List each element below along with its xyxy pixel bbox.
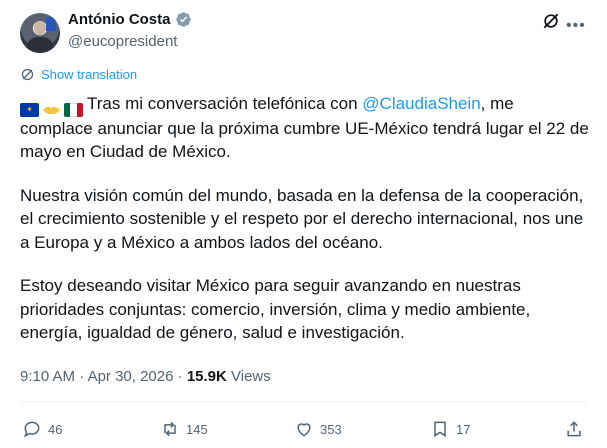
show-translation-link[interactable]: Show translation [20,67,137,82]
author-handle[interactable]: @eucopresident [68,33,177,50]
verified-badge-icon [175,12,191,27]
tweet-paragraph-1: ✶ Tras mi conversación telefónica con @C… [20,92,590,164]
like-count: 353 [320,421,342,437]
eu-flag-icon: ✶ [20,102,39,117]
show-translation-label: Show translation [41,67,138,82]
share-button[interactable] [564,419,584,439]
views-label: Views [231,368,271,385]
mention-link[interactable]: @ClaudiaShein [362,94,480,113]
emoji-group: ✶ [20,102,83,117]
meta-separator: · [177,368,183,385]
views-count: 15.9K [186,368,227,385]
bookmark-icon [434,421,446,438]
reply-count: 46 [48,421,63,437]
share-icon [567,421,581,437]
repost-button[interactable]: 145 [160,419,208,439]
reply-icon [23,421,40,438]
handshake-icon [42,103,61,117]
repost-icon [164,421,176,437]
avatar[interactable] [20,13,60,53]
tweet-time[interactable]: 9:10 AM [20,368,75,385]
flag-backdrop [46,17,56,31]
divider [20,401,587,402]
like-button[interactable]: 353 [294,419,342,439]
tweet-text: ✶ Tras mi conversación telefónica con @C… [20,92,590,365]
tweet-paragraph-3: Estoy deseando visitar México para segui… [20,276,531,343]
meta-separator: · [79,368,85,385]
more-options-icon[interactable]: ••• [566,17,586,35]
tweet-date[interactable]: Apr 30, 2026 [88,368,174,385]
avatar-suit [26,37,54,53]
mexico-flag-icon [64,102,83,117]
globe-icon [21,68,34,81]
author-name-row: António Costa [68,11,192,28]
tweet-meta: 9:10 AM · Apr 30, 2026 · 15.9K Views [20,368,271,385]
reply-button[interactable]: 46 [22,419,62,439]
heart-icon [297,423,311,437]
repost-count: 145 [186,421,208,437]
author-name[interactable]: António Costa [68,11,171,28]
tweet-card: António Costa @eucopresident ••• Show tr… [0,0,607,448]
tweet-paragraph-2: Nuestra visión común del mundo, basada e… [20,185,584,252]
grok-icon[interactable] [541,11,561,31]
bookmark-count: 17 [456,421,471,437]
avatar-face [34,21,46,35]
tweet-p1-prefix: Tras mi conversación telefónica con [87,94,363,113]
bookmark-button[interactable]: 17 [430,419,470,439]
